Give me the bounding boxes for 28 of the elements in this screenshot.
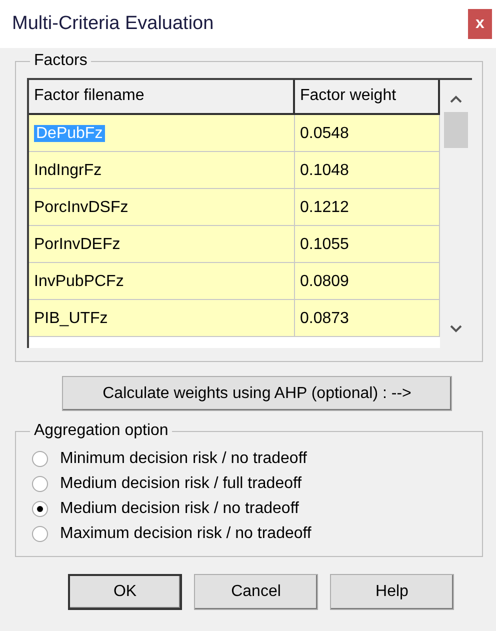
table-cell[interactable]: InvPubPCFz: [34, 273, 124, 290]
table-cell[interactable]: 0.0873: [295, 300, 440, 337]
option-label[interactable]: Maximum decision risk / no tradeoff: [60, 522, 312, 546]
table-cell[interactable]: IndIngrFz: [34, 162, 102, 179]
dialog-button[interactable]: OK: [68, 574, 182, 610]
radio-button[interactable]: [32, 476, 48, 492]
column-header[interactable]: Factor filename: [29, 80, 295, 115]
scroll-thumb[interactable]: [444, 112, 468, 148]
radio-button[interactable]: [32, 450, 48, 466]
radio-button[interactable]: [32, 526, 48, 542]
option-label[interactable]: Medium decision risk / full tradeoff: [60, 472, 302, 496]
dialog-button[interactable]: Help: [330, 574, 454, 610]
option-label[interactable]: Medium decision risk / no tradeoff: [60, 496, 299, 520]
ahp-button[interactable]: Calculate weights using AHP (optional) : -->: [62, 376, 452, 411]
table-cell[interactable]: 0.1212: [295, 189, 440, 226]
window-title: Multi-Criteria Evaluation: [12, 12, 214, 36]
table-cell[interactable]: 0.1048: [295, 152, 440, 189]
column-header[interactable]: Factor weight: [295, 80, 440, 115]
dialog-button[interactable]: Cancel: [194, 574, 318, 610]
radio-button[interactable]: [32, 500, 48, 516]
table-cell[interactable]: PIB_UTFz: [34, 310, 108, 327]
table-cell[interactable]: PorcInvDSFz: [34, 199, 128, 216]
table-cell[interactable]: 0.0548: [295, 115, 440, 152]
table-cell[interactable]: 0.0809: [295, 263, 440, 300]
close-button[interactable]: x: [468, 9, 492, 39]
option-label[interactable]: Minimum decision risk / no tradeoff: [60, 446, 307, 470]
table-cell[interactable]: PorInvDEFz: [34, 236, 120, 253]
table-cell[interactable]: 0.1055: [295, 226, 440, 263]
